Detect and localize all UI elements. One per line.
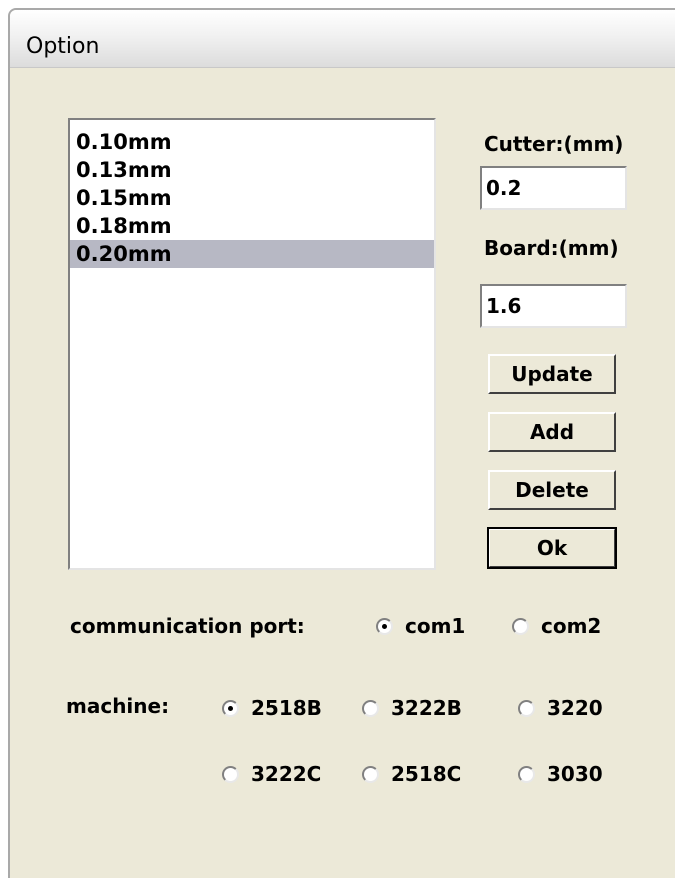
update-button[interactable]: Update — [488, 354, 616, 394]
radio-com2-label: com2 — [541, 614, 602, 638]
cutter-input[interactable] — [480, 166, 627, 210]
radio-unselected-icon — [362, 765, 379, 783]
board-input[interactable] — [480, 284, 627, 328]
radio-3222c-label: 3222C — [251, 762, 322, 786]
communication-port-label: communication port: — [70, 614, 305, 638]
radio-2518c-label: 2518C — [391, 762, 462, 786]
dialog-title: Option — [26, 34, 100, 59]
radio-2518b[interactable]: 2518B — [222, 696, 322, 720]
radio-3220[interactable]: 3220 — [518, 696, 603, 720]
radio-3030[interactable]: 3030 — [518, 762, 603, 786]
list-item-selected[interactable]: 0.20mm — [70, 240, 434, 268]
list-item[interactable]: 0.15mm — [70, 184, 434, 212]
title-bar[interactable]: Option — [10, 10, 675, 68]
radio-com1-label: com1 — [405, 614, 466, 638]
radio-3222b-label: 3222B — [391, 696, 462, 720]
ok-button[interactable]: Ok — [487, 527, 617, 569]
radio-unselected-icon — [518, 699, 535, 717]
delete-button[interactable]: Delete — [488, 470, 616, 510]
radio-3030-label: 3030 — [547, 762, 603, 786]
radio-selected-icon — [376, 617, 393, 635]
machine-label: machine: — [66, 694, 170, 718]
radio-com2[interactable]: com2 — [512, 614, 601, 638]
radio-com1[interactable]: com1 — [376, 614, 465, 638]
list-item[interactable]: 0.10mm — [70, 128, 434, 156]
list-item[interactable]: 0.13mm — [70, 156, 434, 184]
radio-unselected-icon — [222, 765, 239, 783]
cutter-size-listbox[interactable]: 0.10mm 0.13mm 0.15mm 0.18mm 0.20mm — [68, 118, 436, 570]
radio-unselected-icon — [512, 617, 529, 635]
radio-3220-label: 3220 — [547, 696, 603, 720]
board-label: Board:(mm) — [484, 236, 619, 260]
radio-3222b[interactable]: 3222B — [362, 696, 462, 720]
radio-unselected-icon — [362, 699, 379, 717]
cutter-label: Cutter:(mm) — [484, 132, 624, 156]
radio-2518c[interactable]: 2518C — [362, 762, 461, 786]
add-button[interactable]: Add — [488, 412, 616, 452]
list-item[interactable]: 0.18mm — [70, 212, 434, 240]
radio-2518b-label: 2518B — [251, 696, 322, 720]
option-dialog: Option 0.10mm 0.13mm 0.15mm 0.18mm 0.20m… — [8, 8, 675, 878]
radio-3222c[interactable]: 3222C — [222, 762, 321, 786]
radio-selected-icon — [222, 699, 239, 717]
radio-unselected-icon — [518, 765, 535, 783]
